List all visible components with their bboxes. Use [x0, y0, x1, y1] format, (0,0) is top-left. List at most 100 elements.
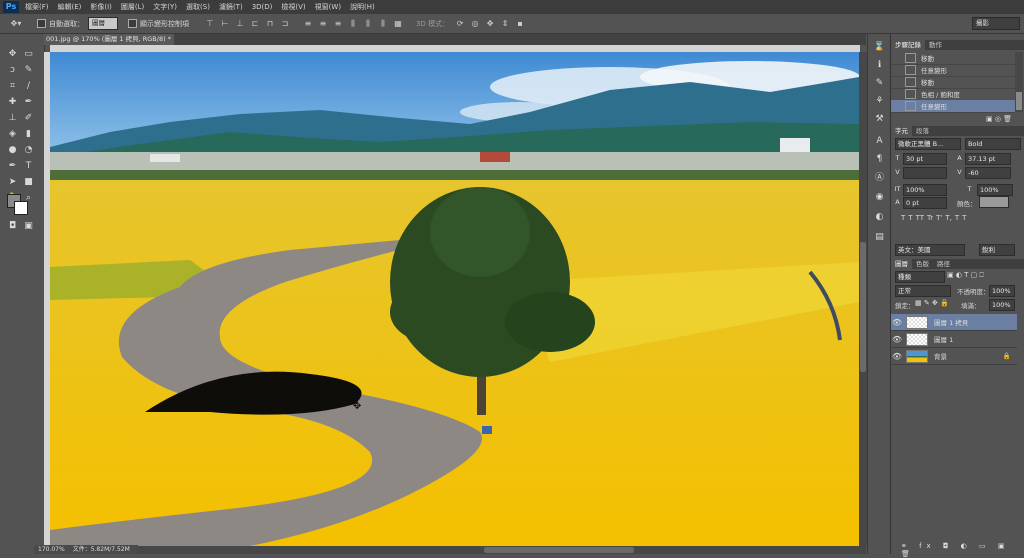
- baseline-shift-field[interactable]: 0 pt: [903, 197, 947, 209]
- menu-view[interactable]: 檢視(V): [281, 2, 305, 12]
- vertical-scrollbar[interactable]: [859, 52, 867, 546]
- antialias-select[interactable]: 銳利: [979, 244, 1015, 256]
- lasso-icon[interactable]: ↄ: [6, 64, 19, 76]
- 3d-scale-icon[interactable]: ▪: [513, 17, 527, 30]
- layer-row-active[interactable]: 👁 圖層 1 拷貝: [891, 314, 1017, 331]
- horizontal-scroll-thumb[interactable]: [484, 547, 634, 553]
- leading-field[interactable]: 37.13 pt: [965, 153, 1011, 165]
- 3d-roll-icon[interactable]: ◎: [468, 17, 482, 30]
- type-icon[interactable]: T: [22, 160, 35, 172]
- tab-character[interactable]: 字元: [891, 126, 912, 136]
- tracking-field[interactable]: -60: [965, 167, 1011, 179]
- history-panel-icon[interactable]: ⌛: [873, 40, 886, 53]
- tab-actions[interactable]: 動作: [925, 40, 946, 50]
- tab-channels[interactable]: 色版: [912, 259, 933, 269]
- move-tool-icon[interactable]: ✥: [6, 48, 19, 60]
- vertical-scroll-thumb[interactable]: [860, 242, 866, 372]
- horizontal-scale-field[interactable]: 100%: [977, 184, 1013, 196]
- fill-field[interactable]: 100%: [989, 299, 1015, 311]
- align-hcenter-icon[interactable]: ⊓: [263, 17, 277, 30]
- menu-edit[interactable]: 編輯(E): [58, 2, 82, 12]
- distribute-vcenter-icon[interactable]: ≡: [316, 17, 330, 30]
- blend-mode-select[interactable]: 正常: [895, 285, 951, 297]
- subscript-button[interactable]: T,: [945, 214, 952, 222]
- healing-icon[interactable]: ✚: [6, 96, 19, 108]
- shape-icon[interactable]: ■: [22, 176, 35, 188]
- opacity-field[interactable]: 100%: [989, 285, 1015, 297]
- quick-mask-icon[interactable]: ◘: [6, 220, 19, 232]
- properties-panel-icon[interactable]: ℹ: [873, 58, 886, 71]
- layer-filter-icons[interactable]: ▣ ◐ T ▢ ⎕: [947, 271, 984, 280]
- image-canvas[interactable]: ✥: [50, 52, 859, 546]
- faux-italic-button[interactable]: T: [908, 214, 912, 222]
- distribute-bottom-icon[interactable]: ≡: [331, 17, 345, 30]
- layers-footer-icons[interactable]: ⚭ fx ◘ ◐ ▭ ▣ 🗑: [901, 542, 1024, 558]
- auto-select-dropdown[interactable]: 圖層: [88, 17, 118, 30]
- distribute-right-icon[interactable]: ⫼: [376, 17, 390, 30]
- all-caps-button[interactable]: TT: [916, 214, 924, 222]
- swatches-panel-icon[interactable]: ◉: [873, 190, 886, 203]
- layer-row[interactable]: 👁 背景 🔒: [891, 348, 1017, 365]
- eye-icon[interactable]: 👁: [891, 352, 903, 361]
- layer-comps-icon[interactable]: ▤: [873, 230, 886, 243]
- tab-paragraph[interactable]: 段落: [912, 126, 933, 136]
- small-caps-button[interactable]: Tr: [927, 214, 933, 222]
- glyphs-panel-icon[interactable]: Ⓐ: [873, 170, 886, 183]
- tab-paths[interactable]: 路徑: [933, 259, 954, 269]
- horizontal-scrollbar[interactable]: [134, 546, 866, 554]
- 3d-slide-icon[interactable]: ⇕: [498, 17, 512, 30]
- 3d-drag-icon[interactable]: ✥: [483, 17, 497, 30]
- clone-panel-icon[interactable]: ⚘: [873, 94, 886, 107]
- auto-select-checkbox[interactable]: [37, 19, 46, 28]
- quick-select-icon[interactable]: ✎: [22, 64, 35, 76]
- 3d-rotate-icon[interactable]: ⟳: [453, 17, 467, 30]
- stamp-icon[interactable]: ⊥: [6, 112, 19, 124]
- faux-bold-button[interactable]: T: [901, 214, 905, 222]
- paragraph-panel-icon[interactable]: ¶: [873, 152, 886, 165]
- history-item-active[interactable]: 任意變形: [891, 100, 1015, 113]
- menu-image[interactable]: 影像(I): [90, 2, 112, 12]
- history-footer-icons[interactable]: ▣ ◎ 🗑: [986, 115, 1012, 123]
- history-brush-icon[interactable]: ✐: [22, 112, 35, 124]
- align-top-icon[interactable]: ⊤: [203, 17, 217, 30]
- language-select[interactable]: 英文：美國: [895, 244, 965, 256]
- distribute-top-icon[interactable]: ≡: [301, 17, 315, 30]
- eye-icon[interactable]: 👁: [891, 335, 903, 344]
- background-color-swatch[interactable]: [14, 201, 28, 215]
- kerning-field[interactable]: [903, 167, 947, 179]
- history-scrollbar[interactable]: [1015, 52, 1023, 112]
- tool-preset-icon[interactable]: ⚒: [873, 112, 886, 125]
- distribute-left-icon[interactable]: ⫼: [346, 17, 360, 30]
- history-scroll-thumb[interactable]: [1016, 92, 1022, 110]
- eraser-icon[interactable]: ◈: [6, 128, 19, 140]
- menu-window[interactable]: 視窗(W): [315, 2, 341, 12]
- align-bottom-icon[interactable]: ⊥: [233, 17, 247, 30]
- vertical-scale-field[interactable]: 100%: [903, 184, 947, 196]
- menu-3d[interactable]: 3D(D): [252, 3, 273, 11]
- align-vcenter-icon[interactable]: ⊢: [218, 17, 232, 30]
- menu-select[interactable]: 選取(S): [186, 2, 210, 12]
- menu-file[interactable]: 檔案(F): [25, 2, 49, 12]
- blur-icon[interactable]: ●: [6, 144, 19, 156]
- brush-panel-icon[interactable]: ✎: [873, 76, 886, 89]
- align-left-icon[interactable]: ⊏: [248, 17, 262, 30]
- layer-row[interactable]: 👁 圖層 1: [891, 331, 1017, 348]
- font-size-field[interactable]: 30 pt: [903, 153, 947, 165]
- document-tab[interactable]: 001.jpg @ 170% (圖層 1 拷貝, RGB/8) *: [44, 34, 174, 45]
- underline-button[interactable]: T: [955, 214, 959, 222]
- character-panel-icon[interactable]: A: [873, 134, 886, 147]
- dodge-icon[interactable]: ◔: [22, 144, 35, 156]
- menu-help[interactable]: 說明(H): [350, 2, 375, 12]
- align-right-icon[interactable]: ⊐: [278, 17, 292, 30]
- path-select-icon[interactable]: ➤: [6, 176, 19, 188]
- eyedropper-icon[interactable]: ∕: [22, 80, 35, 92]
- menu-layer[interactable]: 圖層(L): [121, 2, 144, 12]
- font-family-select[interactable]: 微軟正黑體 B...: [895, 138, 961, 150]
- crop-icon[interactable]: ⌗: [6, 80, 19, 92]
- brush-icon[interactable]: ✒: [22, 96, 35, 108]
- adjustments-panel-icon[interactable]: ◐: [873, 210, 886, 223]
- transform-controls-checkbox[interactable]: [128, 19, 137, 28]
- tab-layers[interactable]: 圖層: [891, 259, 912, 269]
- zoom-level[interactable]: 170.07%: [38, 545, 65, 554]
- workspace-dropdown[interactable]: 攝影: [972, 17, 1020, 30]
